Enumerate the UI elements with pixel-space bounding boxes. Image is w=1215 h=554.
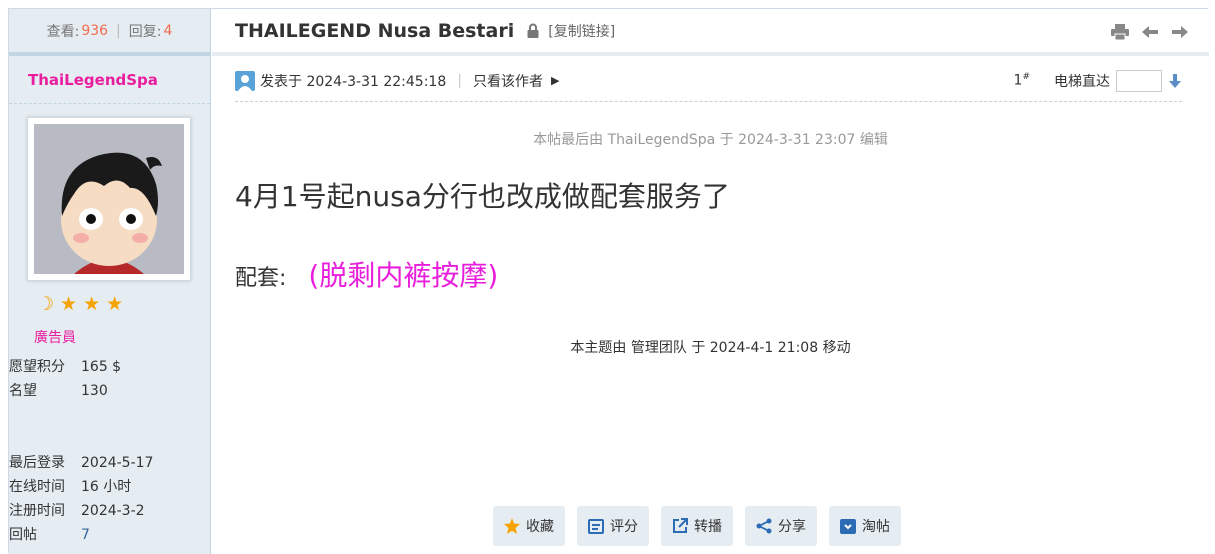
action-label: 转播 xyxy=(694,519,722,535)
package-label: 配套: xyxy=(235,266,287,291)
action-label: 收藏 xyxy=(526,519,554,535)
stat-key: 名望 xyxy=(9,383,37,399)
stat-value: 165 $ xyxy=(81,359,122,375)
box-icon xyxy=(840,518,856,534)
stat-row: 注册时间 2024-3-2 xyxy=(9,499,153,523)
stat-row: 在线时间 16 小时 xyxy=(9,475,153,499)
collect-button[interactable]: 淘帖 xyxy=(829,506,901,546)
stat-value: 16 小时 xyxy=(81,479,132,495)
action-label: 淘帖 xyxy=(862,519,890,535)
lock-icon xyxy=(527,23,539,38)
user-rank[interactable]: 廣告員 xyxy=(34,327,76,347)
star-icon: ★ xyxy=(83,293,101,315)
stat-value: 130 xyxy=(81,383,108,399)
action-label: 评分 xyxy=(610,519,638,535)
stat-row: 回帖 7 xyxy=(9,523,153,547)
calendar-icon xyxy=(588,518,604,534)
moon-icon: ☽ xyxy=(37,293,55,315)
repost-button[interactable]: 转播 xyxy=(661,506,733,546)
posted-at: 发表于 2024-3-31 22:45:18 xyxy=(260,73,447,90)
title-tools xyxy=(1111,23,1189,41)
author-sidebar: 查看: 936 | 回复: 4 ThaiLegendSpa ☽ ★ ★ ★ 廣告… xyxy=(9,9,211,554)
stats-separator: | xyxy=(116,22,121,39)
print-icon[interactable] xyxy=(1111,23,1129,41)
views-count: 936 xyxy=(81,22,109,39)
replies-count: 4 xyxy=(163,22,173,39)
user-icon xyxy=(235,70,255,91)
triangle-right-icon: ▶ xyxy=(550,74,560,87)
stat-key: 愿望积分 xyxy=(9,359,65,375)
rate-button[interactable]: 评分 xyxy=(577,506,649,546)
moved-note: 本主题由 管理团队 于 2024-4-1 21:08 移动 xyxy=(570,340,851,356)
edit-note: 本帖最后由 ThaiLegendSpa 于 2024-3-31 23:07 编辑 xyxy=(533,132,888,148)
jump-input[interactable] xyxy=(1116,69,1162,92)
stat-key: 回帖 xyxy=(9,527,37,543)
share-button[interactable]: 分享 xyxy=(745,506,817,546)
user-activity: 最后登录 2024-5-17 在线时间 16 小时 注册时间 2024-3-2 … xyxy=(9,451,153,547)
floor-mark: # xyxy=(1022,72,1030,83)
stat-value: 2024-3-2 xyxy=(81,503,145,519)
favorite-button[interactable]: 收藏 xyxy=(493,506,565,546)
action-label: 分享 xyxy=(778,519,806,535)
post-content-line: 4月1号起nusa分行也改成做配套服务了 xyxy=(235,180,730,213)
user-stats: 愿望积分 165 $ 名望 130 xyxy=(9,355,121,403)
replies-label: 回复: xyxy=(128,23,162,40)
arrow-down-icon[interactable] xyxy=(1168,73,1182,88)
post-meta: 发表于 2024-3-31 22:45:18 | 只看该作者 ▶ 1# 电梯直达 xyxy=(235,60,1182,102)
star-icon xyxy=(504,518,520,534)
jump-to-floor: 电梯直达 xyxy=(1054,69,1182,92)
floor-number: 1# xyxy=(1014,72,1030,89)
post-actions: 收藏 评分 转播 分享 淘帖 xyxy=(493,506,901,546)
stat-key: 最后登录 xyxy=(9,455,65,471)
jump-label: 电梯直达 xyxy=(1054,73,1110,90)
meta-separator: | xyxy=(457,72,462,89)
next-icon[interactable] xyxy=(1171,23,1189,41)
prev-icon[interactable] xyxy=(1141,23,1159,41)
share-icon xyxy=(756,518,772,534)
title-bar: THAILEGEND Nusa Bestari [复制链接] xyxy=(212,9,1209,56)
share-out-icon xyxy=(672,518,688,534)
post-main: THAILEGEND Nusa Bestari [复制链接] 发表于 2024-… xyxy=(212,9,1209,554)
views-label: 查看: xyxy=(46,23,80,40)
post-frame: 查看: 936 | 回复: 4 ThaiLegendSpa ☽ ★ ★ ★ 廣告… xyxy=(8,8,1209,554)
rank-stars: ☽ ★ ★ ★ xyxy=(37,292,123,316)
stat-row: 名望 130 xyxy=(9,379,121,403)
post-content-line: 配套: (脱剩内裤按摩) xyxy=(235,254,498,294)
reply-count-link[interactable]: 7 xyxy=(81,523,90,547)
only-author-link[interactable]: 只看该作者 xyxy=(473,71,543,91)
stat-value: 2024-5-17 xyxy=(81,455,154,471)
star-icon: ★ xyxy=(60,293,78,315)
stat-key: 在线时间 xyxy=(9,479,65,495)
author-name[interactable]: ThaiLegendSpa xyxy=(9,56,210,104)
thread-stats: 查看: 936 | 回复: 4 xyxy=(9,9,210,56)
avatar[interactable] xyxy=(27,117,191,281)
package-highlight: (脱剩内裤按摩) xyxy=(308,259,499,292)
stat-row: 愿望积分 165 $ xyxy=(9,355,121,379)
star-icon: ★ xyxy=(106,293,124,315)
stat-row: 最后登录 2024-5-17 xyxy=(9,451,153,475)
thread-title: THAILEGEND Nusa Bestari xyxy=(235,19,515,42)
copy-link-button[interactable]: [复制链接] xyxy=(548,21,615,41)
stat-key: 注册时间 xyxy=(9,503,65,519)
